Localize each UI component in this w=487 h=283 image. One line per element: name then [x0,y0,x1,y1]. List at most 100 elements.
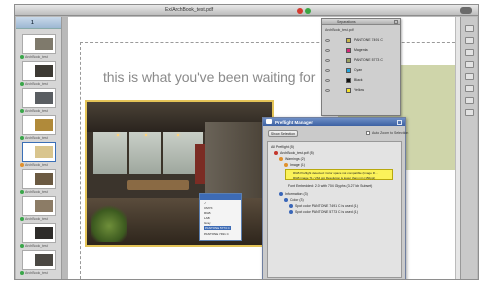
selected-warning-row[interactable]: RGB Preflight detected: Color space not … [285,169,393,180]
preflight-manager-panel[interactable]: Preflight Manager Show Selection Auto Zo… [262,117,408,279]
hand-tool-icon[interactable] [465,49,474,56]
ink-swatch [346,68,351,73]
warning-text: RGB image 71 / 264 ppi Resolution is low… [293,176,376,180]
preflight-tool-icon[interactable] [465,97,474,104]
page-thumbnail-label: ArchBook_test [25,136,48,140]
page-preview [22,196,56,216]
ink-row[interactable]: Magenta [325,47,399,55]
menu-item[interactable]: CMYK [204,206,213,210]
page-preview [22,223,56,243]
menu-item[interactable]: PANTONE 7491 C [204,232,229,236]
page-preview [22,250,56,270]
page-thumbnail-label: ArchBook_test [25,244,48,248]
title-bar: Ex/ArchBook_test.pdf [15,5,478,16]
page-thumbnail[interactable]: ArchBook_test [20,223,58,251]
error-icon [274,151,278,156]
warning-icon [279,157,283,162]
page-thumbnail-label: ArchBook_test [25,217,48,221]
tree-item-spot[interactable]: Spot color PANTONE 5773 C is used (1) [289,210,358,215]
zoom-tool-icon[interactable] [465,37,474,44]
page-thumbnail[interactable]: ArchBook_test [20,250,58,278]
tree-item-all[interactable]: All Preflight (5) [271,145,294,149]
selected-image[interactable] [85,100,274,247]
page-thumbnail[interactable]: ArchBook_test [20,196,58,224]
ink-name: PANTONE 7491 C [354,38,383,42]
show-selection-button[interactable]: Show Selection [268,130,298,137]
tool-strip [460,17,477,279]
separations-tool-icon[interactable] [465,85,474,92]
close-icon[interactable] [397,119,402,125]
pages-panel-header: 1 [16,17,61,29]
ink-row[interactable]: PANTONE 7491 C [325,37,399,45]
colorspace-popup-menu[interactable]: ✓ CMYK RGB LAB Gray PANTONE 5773 C PANTO… [199,193,242,241]
ink-row[interactable]: Yellow [325,87,399,95]
menu-item[interactable]: PANTONE 5773 C [204,226,231,230]
info-icon [279,192,283,197]
ink-row[interactable]: PANTONE 5773 C [325,57,399,65]
preflight-title-bar[interactable]: Preflight Manager [263,118,405,126]
warning-icon [20,163,24,168]
text-tool-icon[interactable] [465,73,474,80]
ink-swatch [346,58,351,63]
eye-icon[interactable] [325,79,330,82]
preflight-title: Preflight Manager [275,119,314,125]
ink-name: Magenta [354,48,368,52]
tree-item-spot[interactable]: Spot color PANTONE 7491 C is used (1) [289,204,358,209]
measure-tool-icon[interactable] [465,61,474,68]
menu-item[interactable]: LAB [204,216,210,220]
tree-item-warnings[interactable]: Warnings (2) [279,157,305,162]
page-thumbnail[interactable]: ArchBook_test [20,34,58,62]
tree-item-file[interactable]: ArchBook_test.pdf (5) [274,151,314,156]
ink-row[interactable]: Black [325,77,399,85]
tree-item-font[interactable]: Font Embedded: 2.0 with 704 Glyphs (3.27… [288,184,372,188]
page-thumbnail[interactable]: ArchBook_test [20,142,58,170]
menu-item[interactable]: ✓ [204,201,207,205]
page-preview [22,142,56,162]
page-thumbnail-label: ArchBook_test [25,190,48,194]
check-icon [20,271,24,276]
tree-item-information[interactable]: Information (3) [279,192,308,197]
ink-name: Black [354,78,363,82]
eye-icon[interactable] [325,59,330,62]
eye-icon[interactable] [325,49,330,52]
separations-panel[interactable]: Separations ArchBook_test.pdf PANTONE 74… [321,18,401,116]
window-title: Ex/ArchBook_test.pdf [165,7,214,13]
select-tool-icon[interactable] [465,25,474,32]
preflight-results-tree[interactable]: All Preflight (5) ArchBook_test.pdf (5) … [267,141,402,278]
eye-icon[interactable] [325,69,330,72]
warning-text: RGB Preflight detected: Color space not … [293,171,378,175]
tree-item-color[interactable]: Color (3) [284,198,304,203]
ink-name: PANTONE 5773 C [354,58,383,62]
eye-icon[interactable] [325,39,330,42]
tree-item-image[interactable]: Image (1) [284,163,305,168]
preflight-icon [266,119,272,124]
ink-swatch [346,38,351,43]
check-icon [20,82,24,87]
close-window-button[interactable] [297,8,303,14]
eye-icon[interactable] [325,89,330,92]
page-thumbnail[interactable]: ArchBook_test [20,88,58,116]
ink-name: Yellow [354,88,364,92]
separations-title-bar[interactable]: Separations [322,19,400,25]
pages-panel: 1 ArchBook_test ArchBook_test ArchBook_t… [16,17,62,279]
menu-item[interactable]: Gray [204,221,211,225]
ink-swatch [346,88,351,93]
page-preview [22,61,56,81]
menu-item[interactable]: RGB [204,211,211,215]
page-thumbnail[interactable]: ArchBook_test [20,61,58,89]
ink-row[interactable]: Cyan [325,67,399,75]
info-icon [284,198,288,203]
info-tool-icon[interactable] [465,109,474,116]
page-thumbnail[interactable]: ArchBook_test [20,169,58,197]
toolbar-toggle-button[interactable] [460,7,472,14]
info-icon [289,204,293,209]
document-headline: this is what you've been waiting for [103,69,316,85]
page-preview [22,169,56,189]
page-preview [22,115,56,135]
close-icon[interactable] [394,20,398,24]
zoom-window-button[interactable] [305,8,311,14]
check-icon [20,136,24,141]
page-thumbnail[interactable]: ArchBook_test [20,115,58,143]
ink-swatch [346,78,351,83]
auto-zoom-checkbox[interactable] [366,131,370,135]
